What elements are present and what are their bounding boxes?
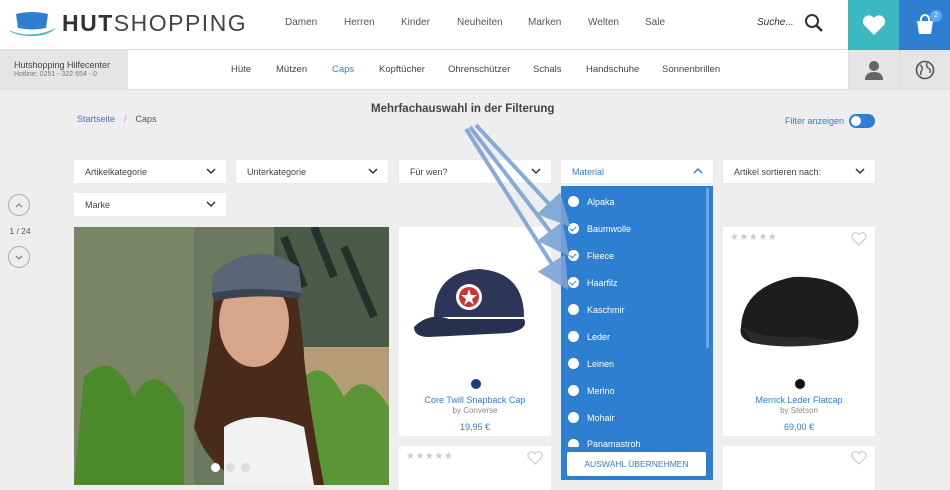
annotation-arrows (464, 123, 571, 291)
